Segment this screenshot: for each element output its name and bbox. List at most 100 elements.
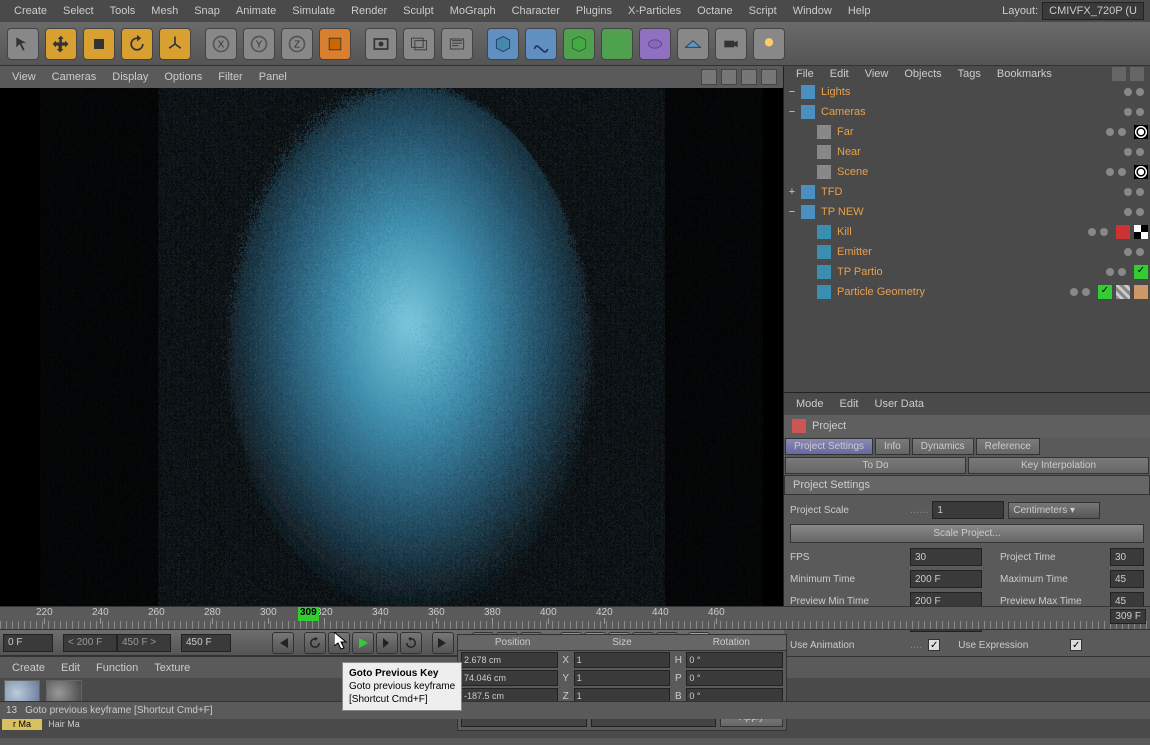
expand-icon[interactable]: + [786, 186, 798, 198]
end-frame-field[interactable]: 450 F [181, 634, 231, 652]
next-frame-button[interactable] [376, 632, 398, 654]
menu-help[interactable]: Help [840, 2, 879, 20]
scale-icon[interactable] [83, 28, 115, 60]
tree-item[interactable]: TP Partio✓ [784, 262, 1150, 282]
tree-item[interactable]: Emitter [784, 242, 1150, 262]
om-view[interactable]: View [857, 66, 897, 82]
tree-item[interactable]: − Cameras [784, 102, 1150, 122]
object-label[interactable]: Scene [834, 165, 1106, 179]
menu-animate[interactable]: Animate [228, 2, 284, 20]
viewmenu-display[interactable]: Display [104, 69, 156, 85]
cube-icon[interactable] [487, 28, 519, 60]
y-axis-icon[interactable]: Y [243, 28, 275, 60]
floor-icon[interactable] [677, 28, 709, 60]
tree-item[interactable]: +TFD [784, 182, 1150, 202]
om-tags[interactable]: Tags [950, 66, 989, 82]
tab-dynamics[interactable]: Dynamics [912, 438, 974, 455]
render-pv-icon[interactable] [403, 28, 435, 60]
value-field[interactable]: 30 [910, 548, 982, 566]
tree-item[interactable]: − Lights [784, 82, 1150, 102]
object-label[interactable]: Kill [834, 225, 1088, 239]
om-file[interactable]: File [788, 66, 822, 82]
goto-start-button[interactable] [272, 632, 294, 654]
tree-item[interactable]: Far [784, 122, 1150, 142]
menu-xparticles[interactable]: X-Particles [620, 2, 689, 20]
menu-octane[interactable]: Octane [689, 2, 740, 20]
menu-create[interactable]: Create [6, 2, 55, 20]
expand-icon[interactable]: − [786, 106, 798, 118]
size-field[interactable]: 1 [574, 652, 671, 668]
object-label[interactable]: Lights [818, 85, 1124, 99]
visibility-dots[interactable] [1124, 108, 1144, 116]
live-select-icon[interactable] [7, 28, 39, 60]
viewmenu-panel[interactable]: Panel [251, 69, 295, 85]
tree-item[interactable]: Near [784, 142, 1150, 162]
menu-render[interactable]: Render [343, 2, 395, 20]
om-objects[interactable]: Objects [896, 66, 949, 82]
nurbs-icon[interactable] [563, 28, 595, 60]
deformer-icon[interactable] [639, 28, 671, 60]
value-field[interactable]: 30 [1110, 548, 1144, 566]
goto-prev-key-button[interactable] [304, 632, 326, 654]
menu-window[interactable]: Window [785, 2, 840, 20]
menu-mograph[interactable]: MoGraph [442, 2, 504, 20]
visibility-dots[interactable] [1124, 188, 1144, 196]
mat-texture[interactable]: Texture [146, 660, 198, 676]
viewmenu-view[interactable]: View [4, 69, 44, 85]
tag-icon[interactable]: ✓ [1098, 285, 1112, 299]
tab-keyinterp[interactable]: Key Interpolation [968, 457, 1149, 474]
tab-reference[interactable]: Reference [976, 438, 1040, 455]
goto-end-button[interactable] [432, 632, 454, 654]
mat-function[interactable]: Function [88, 660, 146, 676]
timeline-ruler[interactable]: 220240260280300320340360380400420440460 … [0, 606, 1150, 630]
tree-item[interactable]: Scene [784, 162, 1150, 182]
tag-icon[interactable] [1134, 225, 1148, 239]
object-tree[interactable]: − Lights − Cameras Far Near Scene +TFD−TP NEW Ki… [784, 82, 1150, 392]
am-edit[interactable]: Edit [832, 396, 867, 412]
tree-item[interactable]: Particle Geometry ✓ [784, 282, 1150, 302]
rotate-icon[interactable] [121, 28, 153, 60]
visibility-dots[interactable] [1124, 88, 1144, 96]
menu-sculpt[interactable]: Sculpt [395, 2, 442, 20]
coord-system-icon[interactable] [319, 28, 351, 60]
visibility-dots[interactable] [1124, 148, 1144, 156]
tab-todo[interactable]: To Do [785, 457, 966, 474]
viewport-toggle-icon[interactable] [761, 69, 777, 85]
layout-dropdown[interactable]: CMIVFX_720P (U [1042, 2, 1144, 20]
pos-field[interactable]: 2.678 cm [461, 652, 558, 668]
tree-item[interactable]: −TP NEW [784, 202, 1150, 222]
menu-simulate[interactable]: Simulate [284, 2, 343, 20]
menu-snap[interactable]: Snap [186, 2, 228, 20]
visibility-dots[interactable] [1088, 228, 1108, 236]
light-icon[interactable] [753, 28, 785, 60]
value-field[interactable]: 200 F [910, 570, 982, 588]
camera-icon[interactable] [715, 28, 747, 60]
viewmenu-options[interactable]: Options [156, 69, 210, 85]
range-end-field[interactable]: 450 F > [117, 634, 171, 652]
spline-icon[interactable] [525, 28, 557, 60]
dropdown-units[interactable]: Centimeters ▾ [1008, 502, 1100, 519]
viewport-rotate-icon[interactable] [741, 69, 757, 85]
tag-icon[interactable] [1116, 225, 1130, 239]
om-search-icon[interactable] [1112, 67, 1126, 81]
field-project-scale[interactable]: 1 [932, 501, 1004, 519]
rot-field[interactable]: 0 ° [686, 670, 783, 686]
viewport[interactable] [0, 88, 783, 606]
expand-icon[interactable]: − [786, 86, 798, 98]
tag-icon[interactable] [1134, 125, 1148, 139]
tag-icon[interactable] [1134, 165, 1148, 179]
tab-project-settings[interactable]: Project Settings [785, 438, 873, 455]
object-label[interactable]: Far [834, 125, 1106, 139]
tag-icon[interactable] [1134, 285, 1148, 299]
object-label[interactable]: Particle Geometry [834, 285, 1070, 299]
visibility-dots[interactable] [1106, 268, 1126, 276]
om-home-icon[interactable] [1130, 67, 1144, 81]
visibility-dots[interactable] [1106, 128, 1126, 136]
object-label[interactable]: TP Partio [834, 265, 1106, 279]
object-label[interactable]: Cameras [818, 105, 1124, 119]
viewport-zoom-icon[interactable] [721, 69, 737, 85]
viewport-move-icon[interactable] [701, 69, 717, 85]
mat-edit[interactable]: Edit [53, 660, 88, 676]
z-axis-icon[interactable]: Z [281, 28, 313, 60]
viewmenu-cameras[interactable]: Cameras [44, 69, 105, 85]
